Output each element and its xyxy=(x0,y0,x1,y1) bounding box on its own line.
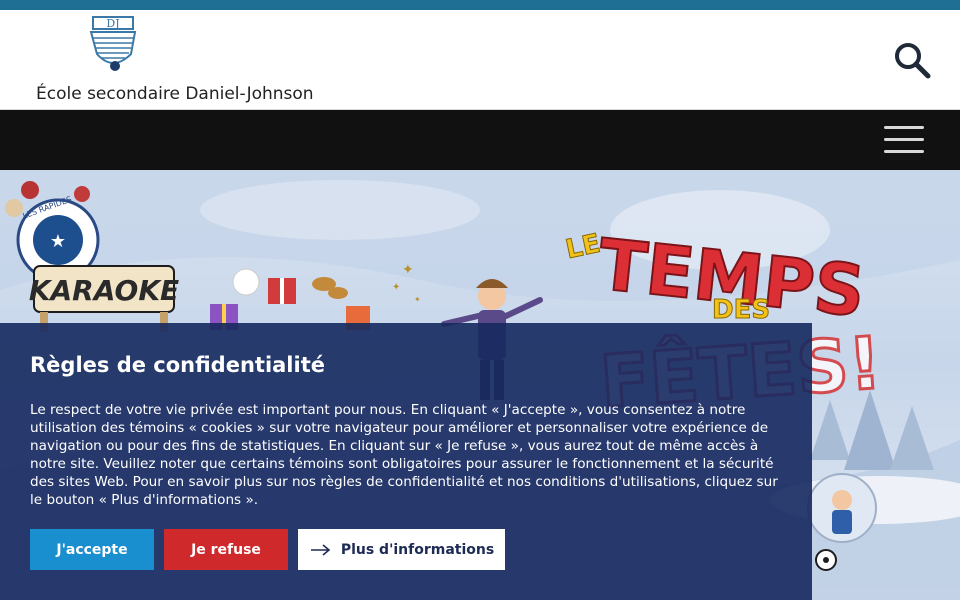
search-icon xyxy=(895,43,931,79)
accept-cookies-button[interactable]: J'accepte xyxy=(30,529,154,570)
hamburger-menu-button[interactable] xyxy=(882,126,926,154)
cookie-consent-panel: Règles de confidentialité Le respect de … xyxy=(0,323,812,600)
svg-text:✦: ✦ xyxy=(402,262,414,278)
cookie-body-text: Le respect de votre vie privée est impor… xyxy=(30,402,778,508)
svg-text:★: ★ xyxy=(50,231,66,252)
school-logo-link[interactable]: DJ xyxy=(87,14,141,74)
school-name[interactable]: École secondaire Daniel-Johnson xyxy=(36,84,314,104)
school-logo-dj-icon: DJ xyxy=(89,16,137,71)
site-header: DJ École secondaire Daniel-Johnson xyxy=(0,10,960,110)
top-accent-strip xyxy=(0,0,960,10)
refuse-label: Je refuse xyxy=(191,541,261,558)
svg-text:✦: ✦ xyxy=(414,295,421,304)
karaoke-sign-text: KARAOKE xyxy=(29,274,179,307)
refuse-cookies-button[interactable]: Je refuse xyxy=(164,529,288,570)
arrow-right-icon xyxy=(310,543,331,556)
more-info-button[interactable]: Plus d'informations xyxy=(298,529,505,570)
accept-label: J'accepte xyxy=(56,541,128,558)
main-navbar xyxy=(0,110,960,170)
hamburger-menu-icon xyxy=(884,126,924,129)
headline-des: DES xyxy=(712,295,770,325)
hamburger-line xyxy=(884,138,924,141)
hamburger-line xyxy=(884,150,924,153)
svg-text:✦: ✦ xyxy=(392,282,400,293)
cookie-title: Règles de confidentialité xyxy=(30,353,325,377)
more-info-label: Plus d'informations xyxy=(340,541,495,558)
svg-text:DJ: DJ xyxy=(106,17,119,30)
search-button[interactable] xyxy=(892,40,932,80)
